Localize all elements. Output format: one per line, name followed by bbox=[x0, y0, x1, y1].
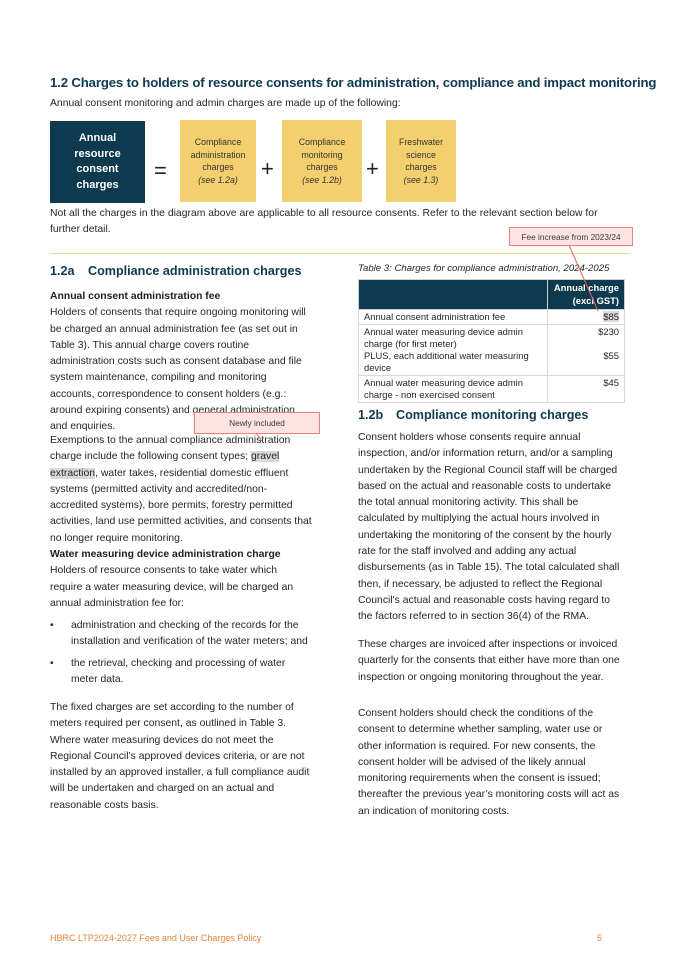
component-line: Freshwater bbox=[399, 137, 443, 147]
component-line: charges bbox=[306, 162, 338, 172]
fee-increase-callout: Fee increase from 2023/24 bbox=[509, 227, 633, 246]
subsection-title: Compliance administration charges bbox=[88, 264, 302, 278]
header-line: (excl GST) bbox=[572, 294, 619, 306]
table-cell-amount: $85 bbox=[546, 309, 626, 325]
component-line: charges bbox=[405, 162, 437, 172]
table-header-amount: Annual charge (excl GST) bbox=[546, 279, 626, 310]
monitoring-paragraph: Consent holders should check the conditi… bbox=[358, 708, 620, 817]
table-cell-item: Annual water measuring device admin char… bbox=[358, 324, 548, 376]
diagram-total-line: Annual bbox=[78, 132, 117, 144]
diagram-component-monitoring: Compliance monitoring charges (see 1.2b) bbox=[282, 120, 362, 202]
wmd-block: Water measuring device administration ch… bbox=[50, 547, 312, 693]
row-item-text: PLUS, each additional water measuring de… bbox=[364, 350, 529, 373]
exemptions-paragraph: Exemptions to the annual compliance admi… bbox=[50, 433, 312, 547]
charges-table: Annual charge (excl GST) Annual consent a… bbox=[358, 279, 626, 403]
bullet-icon: • bbox=[50, 657, 54, 669]
wmd-bullet-list: • administration and checking of the reco… bbox=[50, 618, 312, 688]
table-header-item bbox=[358, 279, 548, 310]
table-row: Annual water measuring device admin char… bbox=[358, 324, 626, 376]
subsection-number: 1.2a bbox=[50, 264, 75, 278]
newly-included-callout: Newly included bbox=[194, 412, 320, 434]
table-caption: Table 3: Charges for compliance administ… bbox=[358, 263, 610, 274]
row-amount: $230 bbox=[598, 326, 619, 337]
section-divider bbox=[50, 253, 630, 254]
header-line: Annual charge bbox=[553, 282, 619, 293]
row-amount: $55 bbox=[603, 350, 619, 361]
component-line: Compliance bbox=[194, 137, 242, 147]
exemptions-text: , water takes, residential domestic effl… bbox=[50, 467, 312, 544]
table-cell-item: Annual water measuring device admin char… bbox=[358, 375, 548, 403]
list-item: • the retrieval, checking and processing … bbox=[50, 656, 312, 689]
list-item: • administration and checking of the reco… bbox=[50, 618, 312, 651]
diagram-total-line: consent bbox=[76, 163, 119, 175]
diagram-total-line: charges bbox=[76, 178, 119, 191]
subsection-title: Compliance monitoring charges bbox=[396, 408, 589, 422]
component-line: charges bbox=[202, 162, 234, 172]
page-number: 5 bbox=[597, 933, 603, 943]
subsection-heading-1-2a: 1.2a Compliance administration charges bbox=[50, 264, 312, 278]
fixed-charges-paragraph: The fixed charges are set according to t… bbox=[50, 702, 310, 811]
diagram-component-freshwater: Freshwater science charges (see 1.3) bbox=[386, 120, 456, 202]
highlighted-amount: $85 bbox=[603, 311, 619, 322]
row-item-text: Annual water measuring device admin char… bbox=[364, 326, 523, 349]
admin-fee-subheading: Annual consent administration fee bbox=[50, 291, 221, 302]
table-row: Annual water measuring device admin char… bbox=[358, 375, 626, 403]
monitoring-paragraph: Consent holders whose consents require a… bbox=[358, 432, 620, 623]
section-heading: 1.2 Charges to holders of resource conse… bbox=[50, 75, 657, 90]
component-ref: (see 1.2b) bbox=[302, 174, 342, 185]
plus-sign: + bbox=[261, 156, 274, 181]
subsection-number: 1.2b bbox=[358, 408, 384, 422]
plus-sign: + bbox=[366, 156, 379, 181]
wmd-subheading: Water measuring device administration ch… bbox=[50, 549, 281, 560]
component-ref: (see 1.3) bbox=[403, 174, 439, 185]
footer-title: HBRC LTP2024-2027 Fees and User Charges … bbox=[50, 933, 262, 943]
equals-sign: = bbox=[154, 158, 167, 183]
table-cell-item: Annual consent administration fee bbox=[358, 309, 548, 325]
diagram-total-box: Annual resource consent charges bbox=[50, 121, 145, 203]
table-row: Annual consent administration fee $85 bbox=[358, 309, 626, 325]
component-ref: (see 1.2a) bbox=[198, 174, 238, 185]
list-item-text: administration and checking of the recor… bbox=[71, 620, 308, 648]
bullet-icon: • bbox=[50, 620, 54, 632]
section-intro: Annual consent monitoring and admin char… bbox=[50, 98, 401, 109]
table-header-row: Annual charge (excl GST) bbox=[358, 279, 626, 310]
component-line: administration bbox=[190, 149, 246, 160]
diagram-total-line: resource bbox=[74, 147, 121, 160]
monitoring-paragraph: These charges are invoiced after inspect… bbox=[358, 639, 620, 683]
table-cell-amount: $230 $55 bbox=[546, 324, 626, 376]
subsection-heading-1-2b: 1.2b Compliance monitoring charges bbox=[358, 408, 626, 422]
table-cell-amount: $45 bbox=[546, 375, 626, 403]
wmd-text: Holders of resource consents to take wat… bbox=[50, 565, 294, 609]
component-line: monitoring bbox=[301, 149, 343, 160]
list-item-text: the retrieval, checking and processing o… bbox=[71, 657, 286, 686]
diagram-component-admin: Compliance administration charges (see 1… bbox=[180, 120, 256, 202]
component-line: Compliance bbox=[298, 137, 346, 147]
component-line: science bbox=[406, 149, 436, 160]
